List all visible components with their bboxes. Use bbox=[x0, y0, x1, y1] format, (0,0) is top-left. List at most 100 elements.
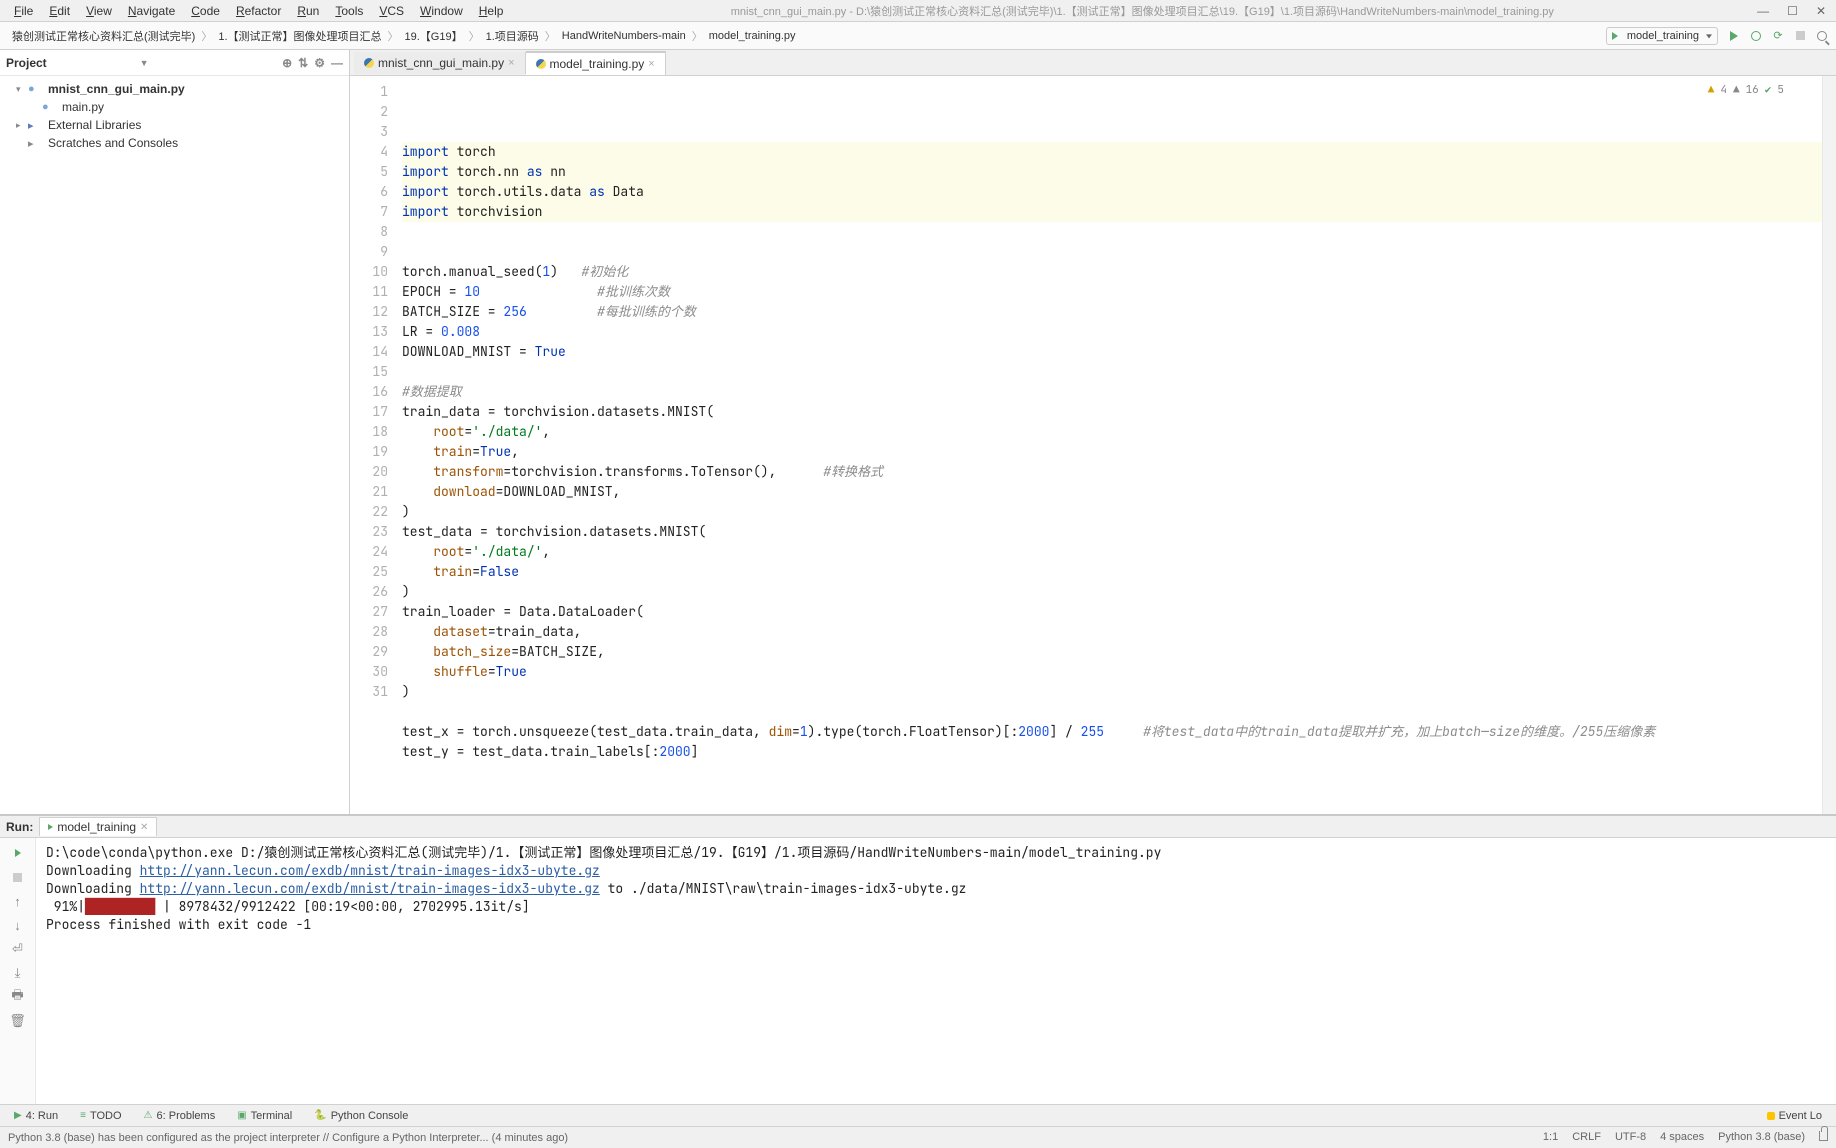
window-title-path: mnist_cnn_gui_main.py - D:\猿创测试正常核心资料汇总(… bbox=[511, 3, 1753, 19]
file-encoding[interactable]: UTF-8 bbox=[1615, 1131, 1646, 1144]
read-only-toggle[interactable] bbox=[1819, 1131, 1828, 1144]
menu-navigate[interactable]: Navigate bbox=[120, 2, 183, 20]
menu-vcs[interactable]: VCS bbox=[371, 2, 412, 20]
code-line: import torch.utils.data as Data bbox=[402, 182, 1822, 202]
rerun-button[interactable] bbox=[9, 844, 27, 862]
status-message[interactable]: Python 3.8 (base) has been configured as… bbox=[8, 1132, 1543, 1144]
line-number: 4 bbox=[350, 142, 388, 162]
line-number: 28 bbox=[350, 622, 388, 642]
event-badge-icon bbox=[1767, 1112, 1775, 1120]
tool-tab[interactable]: ▶ 4: Run bbox=[4, 1108, 68, 1124]
code-line: import torch bbox=[402, 142, 1822, 162]
close-icon[interactable]: × bbox=[648, 58, 654, 70]
stop-button[interactable] bbox=[9, 868, 27, 886]
tool-tab-icon: ≡ bbox=[80, 1110, 86, 1121]
tool-tab-label: 6: Problems bbox=[157, 1110, 216, 1122]
breadcrumb-item[interactable]: 猿创测试正常核心资料汇总(测试完毕) bbox=[6, 28, 201, 44]
code-line: train_data = torchvision.datasets.MNIST( bbox=[402, 402, 1822, 422]
line-number: 1 bbox=[350, 82, 388, 102]
run-output[interactable]: D:\code\conda\python.exe D:/猿创测试正常核心资料汇总… bbox=[36, 838, 1836, 1104]
breadcrumb-item[interactable]: HandWriteNumbers-main bbox=[556, 30, 692, 42]
print-button[interactable]: 🖶 bbox=[9, 988, 27, 1006]
caret-position[interactable]: 1:1 bbox=[1543, 1131, 1558, 1144]
tool-tab[interactable]: ≡ TODO bbox=[70, 1108, 131, 1124]
search-everywhere-button[interactable] bbox=[1814, 28, 1830, 44]
tree-item[interactable]: Scratches and Consoles bbox=[0, 134, 349, 152]
tree-item-label: Scratches and Consoles bbox=[48, 136, 178, 150]
lib-icon bbox=[28, 119, 44, 132]
menu-refactor[interactable]: Refactor bbox=[228, 2, 289, 20]
tool-tab-icon: ⚠ bbox=[144, 1110, 153, 1121]
line-number: 24 bbox=[350, 542, 388, 562]
code-editor[interactable]: 1234567891011121314151617181920212223242… bbox=[350, 76, 1836, 814]
tool-tab[interactable]: ⚠ 6: Problems bbox=[134, 1108, 226, 1124]
tree-item[interactable]: main.py bbox=[0, 98, 349, 116]
output-line: Process finished with exit code -1 bbox=[46, 916, 1826, 934]
menu-file[interactable]: File bbox=[6, 2, 41, 20]
clear-button[interactable]: 🗑 bbox=[9, 1012, 27, 1030]
weak-warning-count: 16 bbox=[1746, 80, 1759, 100]
breadcrumb-item[interactable]: 1.【测试正常】图像处理项目汇总 bbox=[212, 28, 387, 44]
up-button[interactable]: ↑ bbox=[9, 892, 27, 910]
down-button[interactable]: ↓ bbox=[9, 916, 27, 934]
menu-run[interactable]: Run bbox=[289, 2, 327, 20]
py-icon bbox=[42, 101, 58, 113]
tool-tab[interactable]: 🐍 Python Console bbox=[304, 1108, 418, 1124]
editor-tab[interactable]: mnist_cnn_gui_main.py × bbox=[354, 52, 526, 74]
line-separator[interactable]: CRLF bbox=[1572, 1131, 1601, 1144]
scratch-icon bbox=[28, 137, 44, 150]
menu-help[interactable]: Help bbox=[471, 2, 512, 20]
code-line: BATCH_SIZE = 256 #每批训练的个数 bbox=[402, 302, 1822, 322]
breadcrumb-item[interactable]: 19.【G19】 bbox=[399, 28, 469, 44]
line-number: 12 bbox=[350, 302, 388, 322]
line-number: 7 bbox=[350, 202, 388, 222]
line-number: 26 bbox=[350, 582, 388, 602]
menu-view[interactable]: View bbox=[78, 2, 120, 20]
hide-icon[interactable]: — bbox=[331, 56, 343, 70]
project-tree[interactable]: ▾ mnist_cnn_gui_main.py main.py ▸ Extern… bbox=[0, 76, 349, 156]
run-config-selector[interactable]: model_training bbox=[1606, 27, 1718, 45]
scroll-to-end-button[interactable]: ⤓ bbox=[9, 964, 27, 982]
line-number: 3 bbox=[350, 122, 388, 142]
editor-scrollbar[interactable] bbox=[1822, 76, 1836, 814]
menu-tools[interactable]: Tools bbox=[327, 2, 371, 20]
minimize-button[interactable]: — bbox=[1753, 4, 1773, 18]
expand-all-icon[interactable]: ⇅ bbox=[298, 56, 308, 70]
tool-tab-label: 4: Run bbox=[26, 1110, 58, 1122]
run-config-tab[interactable]: model_training ✕ bbox=[39, 817, 157, 836]
dropdown-icon[interactable]: ▼ bbox=[137, 58, 152, 68]
settings-icon[interactable]: ⚙ bbox=[314, 56, 325, 70]
tool-tab-icon: ▶ bbox=[14, 1110, 22, 1121]
menu-edit[interactable]: Edit bbox=[41, 2, 78, 20]
line-number: 21 bbox=[350, 482, 388, 502]
close-icon[interactable]: × bbox=[508, 57, 514, 69]
soft-wrap-button[interactable]: ⏎ bbox=[9, 940, 27, 958]
breadcrumb-item[interactable]: 1.项目源码 bbox=[480, 28, 545, 44]
select-opened-file-icon[interactable]: ⊕ bbox=[282, 56, 292, 70]
tree-item[interactable]: ▸ External Libraries bbox=[0, 116, 349, 134]
menu-code[interactable]: Code bbox=[183, 2, 228, 20]
close-button[interactable]: ✕ bbox=[1812, 4, 1830, 18]
editor-tabs: mnist_cnn_gui_main.py × model_training.p… bbox=[350, 50, 1836, 76]
menu-window[interactable]: Window bbox=[412, 2, 471, 20]
tool-tab[interactable]: ▣ Terminal bbox=[227, 1108, 302, 1124]
interpreter-info[interactable]: Python 3.8 (base) bbox=[1718, 1131, 1805, 1144]
project-pane-title[interactable]: Project bbox=[6, 56, 137, 70]
event-log-button[interactable]: Event Lo bbox=[1757, 1108, 1832, 1124]
window-controls: — ☐ ✕ bbox=[1753, 4, 1830, 18]
inspection-summary[interactable]: ▲4 ▲16 ✔5 bbox=[1708, 80, 1784, 100]
run-button[interactable] bbox=[1726, 28, 1742, 44]
code-content[interactable]: ▲4 ▲16 ✔5 import torchimport torch.nn as… bbox=[398, 76, 1822, 814]
run-coverage-button[interactable]: ⟳ bbox=[1770, 28, 1786, 44]
indent-info[interactable]: 4 spaces bbox=[1660, 1131, 1704, 1144]
line-number: 5 bbox=[350, 162, 388, 182]
maximize-button[interactable]: ☐ bbox=[1783, 4, 1802, 18]
toolbar-run-actions: ⟳ bbox=[1718, 28, 1830, 44]
line-number: 8 bbox=[350, 222, 388, 242]
debug-button[interactable] bbox=[1748, 28, 1764, 44]
close-icon[interactable]: ✕ bbox=[140, 822, 148, 833]
editor-tab[interactable]: model_training.py × bbox=[526, 51, 666, 75]
stop-button[interactable] bbox=[1792, 28, 1808, 44]
tree-item[interactable]: ▾ mnist_cnn_gui_main.py bbox=[0, 80, 349, 98]
breadcrumb-item[interactable]: model_training.py bbox=[703, 30, 802, 42]
